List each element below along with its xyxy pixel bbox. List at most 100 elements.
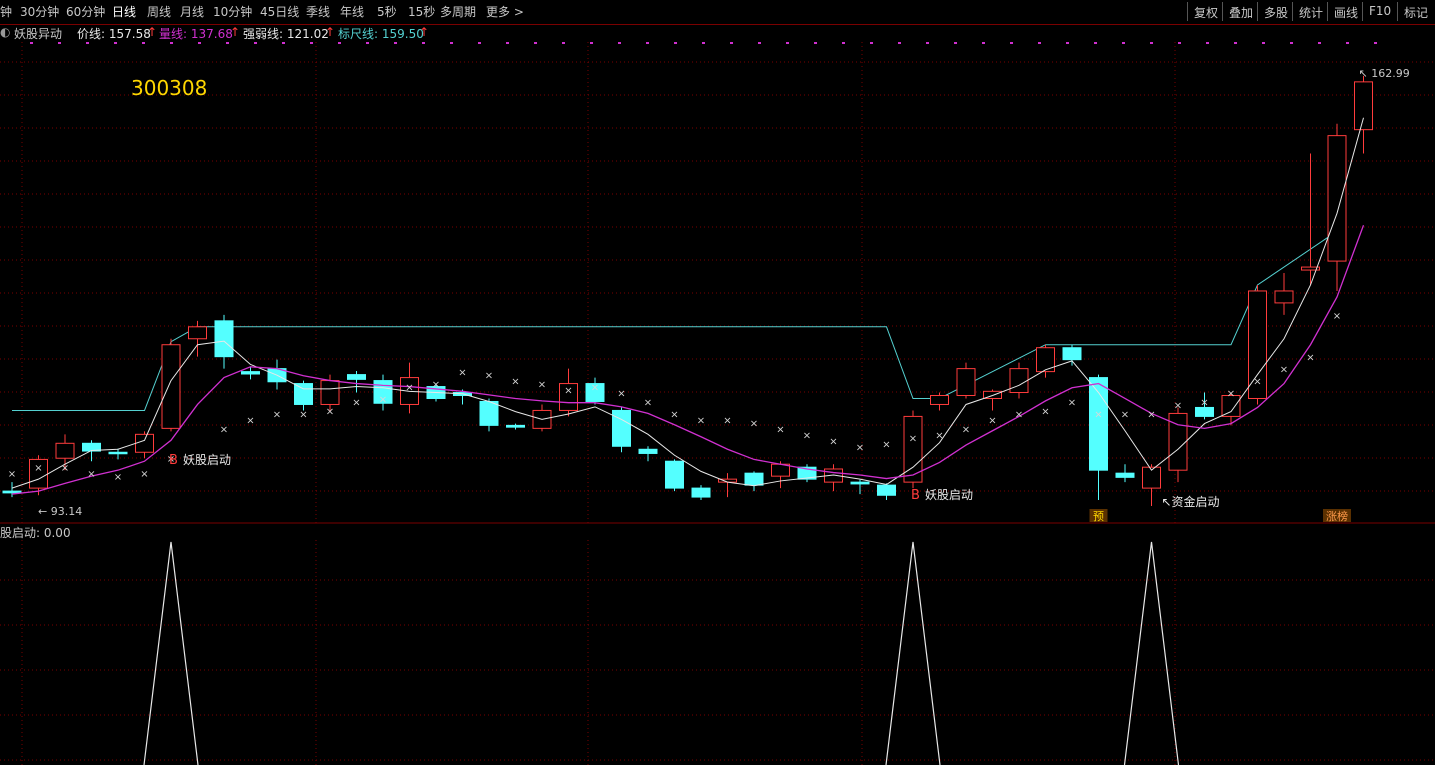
dot-marker <box>562 42 565 44</box>
dot-marker <box>842 42 845 44</box>
low-price-label: ← 93.14 <box>38 505 82 518</box>
candle-body <box>1195 406 1214 417</box>
kline-chart[interactable]: × × × × × × × × × × × × × × × × × × × × × × × × × × × × × × × × × × × × × × × ×… <box>0 42 1435 524</box>
strength-mark: × <box>776 424 784 435</box>
pre-marker: 预 <box>1093 510 1104 523</box>
adjust-rights-button[interactable]: 复权 <box>1187 2 1224 21</box>
candle-body <box>55 442 75 459</box>
f10-button[interactable]: F10 <box>1362 2 1397 21</box>
dot-marker <box>1066 42 1069 44</box>
arrow-up-icon: ↑ <box>147 25 158 39</box>
period-tab-60min[interactable]: 60分钟 <box>66 3 105 20</box>
buy-signal-b: B <box>169 453 178 468</box>
dot-marker <box>198 42 201 44</box>
strength-mark: × <box>697 415 705 426</box>
period-tab-multi[interactable]: 多周期 <box>440 3 476 20</box>
dot-marker <box>1374 42 1377 44</box>
period-tab-30min[interactable]: 30分钟 <box>20 3 59 20</box>
period-tab-daily[interactable]: 日线 <box>112 3 136 20</box>
signal-spike <box>885 541 941 765</box>
strength-mark: × <box>564 386 572 397</box>
candle-body <box>2 490 22 494</box>
zi-jin-qi-dong-label: ↖资金启动 <box>1162 494 1220 509</box>
strength-mark: × <box>935 430 943 441</box>
strength-mark: × <box>405 383 413 394</box>
dot-marker <box>1346 42 1349 44</box>
candle-body <box>930 395 949 405</box>
mark-button[interactable]: 标记 <box>1397 2 1434 21</box>
strength-mark: × <box>882 439 890 450</box>
period-tab-5sec[interactable]: 5秒 <box>377 3 397 20</box>
overlay-button[interactable]: 叠加 <box>1222 2 1259 21</box>
strength-mark: × <box>246 415 254 426</box>
strength-mark: × <box>1280 365 1288 376</box>
candle-body <box>877 484 896 496</box>
strength-mark: × <box>1227 389 1235 400</box>
candle-body <box>241 371 260 375</box>
dot-marker <box>870 42 873 44</box>
dot-marker <box>1178 42 1181 44</box>
dot-marker <box>450 42 453 44</box>
sub-indicator-chart[interactable] <box>0 540 1435 765</box>
strength-mark: × <box>1200 397 1208 408</box>
candle-body <box>665 460 684 489</box>
strength-mark: × <box>1068 397 1076 408</box>
period-tab-yearly[interactable]: 年线 <box>340 3 364 20</box>
strength-mark: × <box>856 442 864 453</box>
dot-marker <box>310 42 313 44</box>
strength-mark: × <box>1094 409 1102 420</box>
dot-marker <box>1290 42 1293 44</box>
dot-marker <box>422 42 425 44</box>
sub-indicator-header[interactable]: 股启动: 0.00 <box>0 524 71 541</box>
period-tab-weekly[interactable]: 周线 <box>147 3 171 20</box>
dot-marker <box>170 42 173 44</box>
price-line-value: 价线: 157.58 <box>77 27 151 41</box>
strength-mark: × <box>670 409 678 420</box>
draw-line-button[interactable]: 画线 <box>1327 2 1364 21</box>
candle-body <box>506 424 525 428</box>
price-line <box>11 117 1364 489</box>
dot-marker <box>1206 42 1209 44</box>
candle-body <box>108 451 128 455</box>
strength-mark: × <box>1253 377 1261 388</box>
dot-marker <box>954 42 957 44</box>
dot-marker <box>254 42 257 44</box>
strength-mark: × <box>87 469 95 480</box>
candle-body <box>188 326 207 340</box>
dot-marker <box>282 42 285 44</box>
statistics-button[interactable]: 统计 <box>1292 2 1329 21</box>
dot-marker <box>590 42 593 44</box>
strength-mark: × <box>538 380 546 391</box>
period-tab-45day[interactable]: 45日线 <box>260 3 299 20</box>
period-tab-minute[interactable]: 钟 <box>0 3 12 20</box>
arrow-up-icon: ↑ <box>230 25 241 39</box>
strength-mark: × <box>485 371 493 382</box>
period-toolbar: 钟 30分钟 60分钟 日线 周线 月线 10分钟 45日线 季线 年线 5秒 … <box>0 0 1435 25</box>
period-tab-monthly[interactable]: 月线 <box>180 3 204 20</box>
strength-mark: × <box>1041 406 1049 417</box>
indicator-name[interactable]: 妖股异动 <box>14 25 62 42</box>
dot-marker <box>1122 42 1125 44</box>
dot-marker <box>142 42 145 44</box>
more-periods-button[interactable]: 更多 > <box>486 3 524 20</box>
arrow-up-icon: ↑ <box>325 25 336 39</box>
dot-marker <box>618 42 621 44</box>
period-tab-10min[interactable]: 10分钟 <box>213 3 252 20</box>
limit-up-marker: 涨榜 <box>1326 509 1348 523</box>
strength-mark: × <box>1174 400 1182 411</box>
strength-mark: × <box>803 430 811 441</box>
strength-mark: × <box>140 469 148 480</box>
dot-marker <box>478 42 481 44</box>
strength-mark: × <box>432 380 440 391</box>
dot-marker <box>786 42 789 44</box>
strength-mark: × <box>299 409 307 420</box>
multi-stock-button[interactable]: 多股 <box>1257 2 1294 21</box>
period-tab-15sec[interactable]: 15秒 <box>408 3 435 20</box>
candle-body <box>294 383 313 405</box>
candle-body <box>1115 472 1135 478</box>
candle-body <box>850 481 870 485</box>
strength-mark: × <box>750 418 758 429</box>
strength-mark: × <box>723 415 731 426</box>
period-tab-quarterly[interactable]: 季线 <box>306 3 330 20</box>
legend-toggle-icon[interactable]: ◐ <box>0 25 10 39</box>
